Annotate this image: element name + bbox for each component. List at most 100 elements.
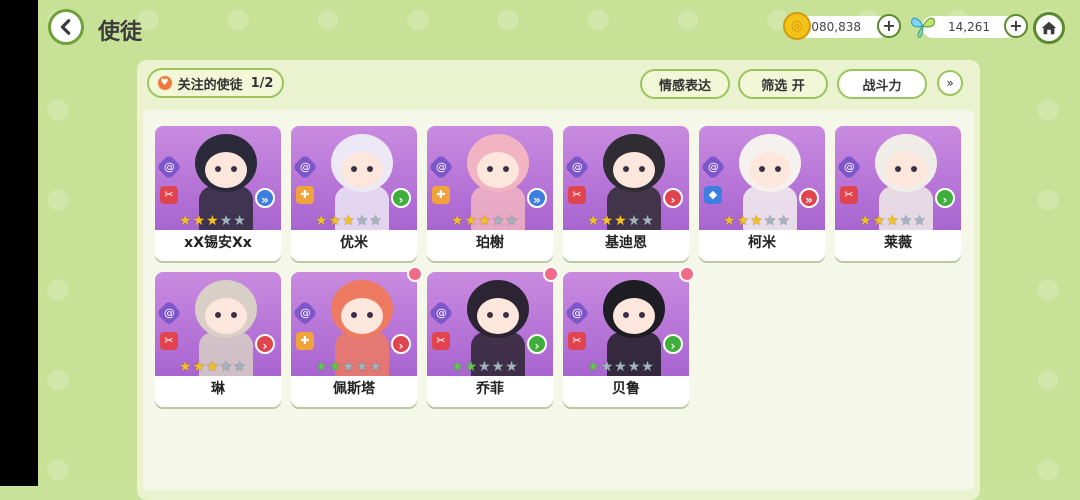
attack-type-icon: › [255,334,275,354]
character-card[interactable]: @ ✂ › ★ ★ ★ ★ ★ 莱薇 [835,126,961,261]
attack-type-icon: › [663,334,683,354]
attack-type-icon: » [255,188,275,208]
add-gold-button[interactable]: + [877,14,901,38]
page-title: 使徒 [98,20,143,45]
star-empty-icon: ★ [478,359,491,375]
chibi-eye [759,166,765,172]
chibi-eye [775,166,781,172]
filter-toggle-button[interactable]: 筛选 开 [738,69,828,99]
character-portrait: @ ✚» ★ ★ ★ ★ ★ [427,126,553,230]
spiral-role-icon: @ [156,300,182,326]
flower-icon [407,266,423,282]
star-filled-icon: ★ [451,213,464,229]
star-filled-icon: ★ [179,359,192,375]
screen-edge [0,0,38,486]
star-empty-icon: ★ [641,359,654,375]
character-portrait: @ ✚ › ★ ★ ★ ★ ★ [291,126,417,230]
star-empty-icon: ★ [505,359,518,375]
back-button[interactable] [48,9,84,45]
chibi-eye [231,166,237,172]
star-rating: ★ ★ ★ ★ ★ [451,359,519,375]
home-icon [1041,21,1057,35]
character-card[interactable]: @ ✂ › ★ ★ ★ ★ ★ 琳 [155,272,281,407]
chibi-eye [367,312,373,318]
emotion-button[interactable]: 情感表达 [640,69,730,99]
chibi-eye [487,312,493,318]
star-filled-icon: ★ [179,213,192,229]
character-name: xX锡安Xx [184,235,252,251]
attack-type-icon: » [799,188,819,208]
star-rating: ★ ★ ★ ★ ★ [315,213,383,229]
attack-type-icon: › [935,188,955,208]
star-filled-icon: ★ [328,213,342,229]
character-card[interactable]: @ ✚ › ★ ★ ★ ★ ★ 优米 [291,126,417,261]
character-card[interactable]: @ ✚» ★ ★ ★ ★ ★ 珀榭 [427,126,553,261]
class-icon: ✂ [568,186,586,204]
followed-filter-button[interactable]: ♥ 关注的使徒 1/2 [147,68,284,98]
star-empty-icon: ★ [899,213,913,229]
sort-power-button[interactable]: 战斗力 [837,69,927,99]
character-portrait: @ ✂ › ★ ★ ★ ★ ★ [835,126,961,230]
character-card[interactable]: @ ✂ › ★ ★ ★ ★ ★ 贝鲁 [563,266,695,407]
star-filled-icon: ★ [192,359,206,375]
chibi-face [477,298,519,334]
star-filled-icon: ★ [750,213,763,229]
add-crystal-button[interactable]: + [1004,14,1028,38]
character-card[interactable]: @ ✂» ★ ★ ★ ★ ★ xX锡安Xx [155,126,281,261]
character-name: 琳 [211,381,225,397]
home-button[interactable] [1033,12,1065,44]
character-card[interactable]: @ ◆» ★ ★ ★ ★ ★ 柯米 [699,126,825,261]
attack-type-icon: › [527,334,547,354]
chibi-eye [487,166,493,172]
chibi-eye [503,166,509,172]
spiral-role-icon: @ [700,154,726,180]
chibi-eye [639,312,645,318]
expand-sort-button[interactable]: » [937,70,963,96]
chibi-eye [639,166,645,172]
star-filled-icon: ★ [587,359,600,375]
chibi-face [613,298,655,334]
star-rating: ★ ★ ★ ★ ★ [179,213,247,229]
character-name: 优米 [340,235,368,251]
chibi-face [749,152,791,188]
chibi-face [205,152,247,188]
star-empty-icon: ★ [219,359,233,375]
spiral-role-icon: @ [564,154,590,180]
character-card[interactable]: @ ✂ › ★ ★ ★ ★ ★ 基迪恩 [563,126,689,261]
star-filled-icon: ★ [206,359,219,375]
star-empty-icon: ★ [342,359,355,375]
star-filled-icon: ★ [478,213,491,229]
flower-icon [543,266,559,282]
attack-type-icon: › [391,334,411,354]
star-empty-icon: ★ [627,213,641,229]
star-empty-icon: ★ [913,213,926,229]
spiral-role-icon: @ [428,300,454,326]
star-rating: ★ ★ ★ ★ ★ [723,213,791,229]
followed-count: 1/2 [250,75,274,91]
star-rating: ★ ★ ★ ★ ★ [587,213,655,229]
star-filled-icon: ★ [328,359,342,375]
star-empty-icon: ★ [627,359,641,375]
character-name: 莱薇 [884,235,912,251]
crystal-currency: 14,261 + [908,12,1028,40]
chibi-eye [351,312,357,318]
followed-label: 关注的使徒 [177,77,243,93]
star-filled-icon: ★ [464,213,478,229]
spiral-role-icon: @ [564,300,590,326]
star-filled-icon: ★ [614,213,627,229]
gold-coin-icon: ◎ [783,12,811,40]
double-chevron-down-icon: » [946,76,954,90]
character-card[interactable]: @ ✚ › ★ ★ ★ ★ ★ 佩斯塔 [291,266,423,407]
star-rating: ★ ★ ★ ★ ★ [451,213,519,229]
star-filled-icon: ★ [464,359,478,375]
class-icon: ✂ [840,186,858,204]
star-rating: ★ ★ ★ ★ ★ [315,359,383,375]
star-filled-icon: ★ [859,213,872,229]
chibi-face [477,152,519,188]
heart-icon: ♥ [157,76,172,90]
character-card[interactable]: @ ✂ › ★ ★ ★ ★ ★ 乔菲 [427,266,559,407]
star-empty-icon: ★ [233,213,246,229]
chevron-left-icon [60,19,71,35]
attack-type-icon: › [391,188,411,208]
chibi-face [613,152,655,188]
